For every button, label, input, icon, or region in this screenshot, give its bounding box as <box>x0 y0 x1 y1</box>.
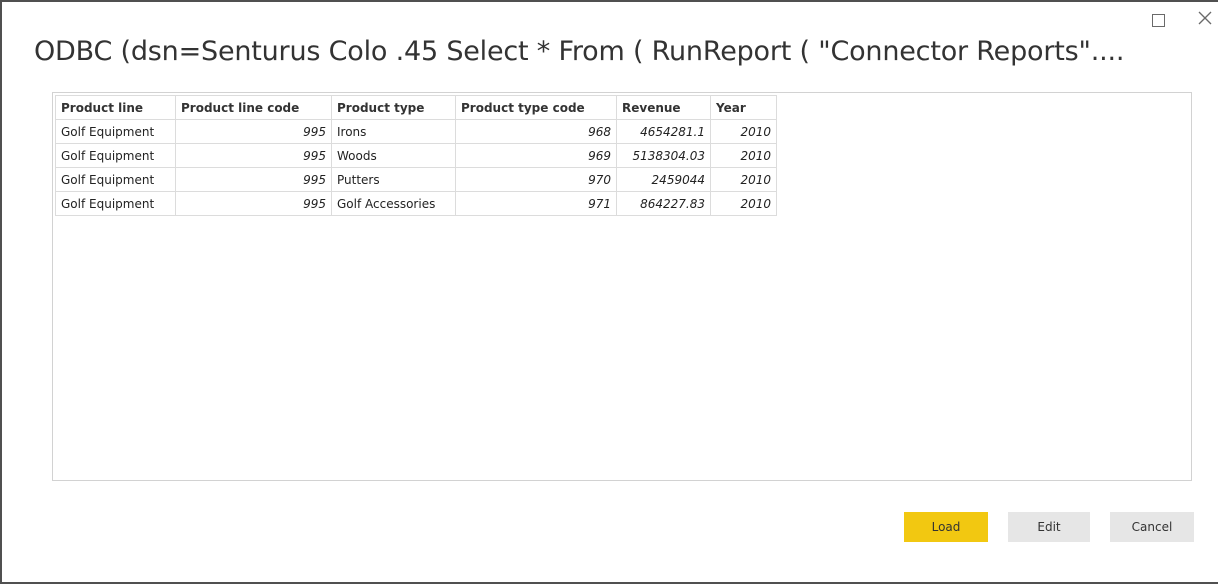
cell-product-type-code: 970 <box>455 167 617 192</box>
cell-revenue: 5138304.03 <box>616 143 711 168</box>
data-preview-table: Product line Product line code Product t… <box>55 95 777 216</box>
column-header-revenue[interactable]: Revenue <box>616 95 711 120</box>
cell-product-type-code: 968 <box>455 119 617 144</box>
table-row: Golf Equipment 995 Woods 969 5138304.03 … <box>55 143 777 168</box>
cell-year: 2010 <box>710 167 777 192</box>
column-header-year[interactable]: Year <box>710 95 777 120</box>
table-header-row: Product line Product line code Product t… <box>55 95 777 120</box>
cell-revenue: 864227.83 <box>616 191 711 216</box>
cell-product-type: Putters <box>331 167 456 192</box>
column-header-product-line-code[interactable]: Product line code <box>175 95 332 120</box>
cell-product-line-code: 995 <box>175 143 332 168</box>
cell-product-type-code: 971 <box>455 191 617 216</box>
cell-product-type: Irons <box>331 119 456 144</box>
cell-product-type: Golf Accessories <box>331 191 456 216</box>
dialog-title: ODBC (dsn=Senturus Colo .45 Select * Fro… <box>34 36 1125 67</box>
cell-revenue: 4654281.1 <box>616 119 711 144</box>
column-header-product-line[interactable]: Product line <box>55 95 176 120</box>
edit-button[interactable]: Edit <box>1008 512 1090 542</box>
close-icon[interactable] <box>1198 11 1216 29</box>
table-row: Golf Equipment 995 Golf Accessories 971 … <box>55 191 777 216</box>
close-glyph <box>1198 11 1212 25</box>
maximize-box-shape <box>1152 14 1165 27</box>
column-header-product-type[interactable]: Product type <box>331 95 456 120</box>
cell-product-type-code: 969 <box>455 143 617 168</box>
cell-product-line: Golf Equipment <box>55 119 176 144</box>
cell-year: 2010 <box>710 191 777 216</box>
cell-product-type: Woods <box>331 143 456 168</box>
cancel-button[interactable]: Cancel <box>1110 512 1194 542</box>
table-row: Golf Equipment 995 Putters 970 2459044 2… <box>55 167 777 192</box>
column-header-product-type-code[interactable]: Product type code <box>455 95 617 120</box>
cell-product-line-code: 995 <box>175 167 332 192</box>
data-preview-grid[interactable]: Product line Product line code Product t… <box>52 92 1192 481</box>
load-button[interactable]: Load <box>904 512 988 542</box>
table-row: Golf Equipment 995 Irons 968 4654281.1 2… <box>55 119 777 144</box>
cell-year: 2010 <box>710 119 777 144</box>
maximize-icon[interactable] <box>1152 14 1166 28</box>
cell-product-line-code: 995 <box>175 119 332 144</box>
cell-year: 2010 <box>710 143 777 168</box>
cell-product-line-code: 995 <box>175 191 332 216</box>
dialog-window: ODBC (dsn=Senturus Colo .45 Select * Fro… <box>0 0 1218 584</box>
cell-product-line: Golf Equipment <box>55 191 176 216</box>
cell-product-line: Golf Equipment <box>55 143 176 168</box>
cell-revenue: 2459044 <box>616 167 711 192</box>
cell-product-line: Golf Equipment <box>55 167 176 192</box>
